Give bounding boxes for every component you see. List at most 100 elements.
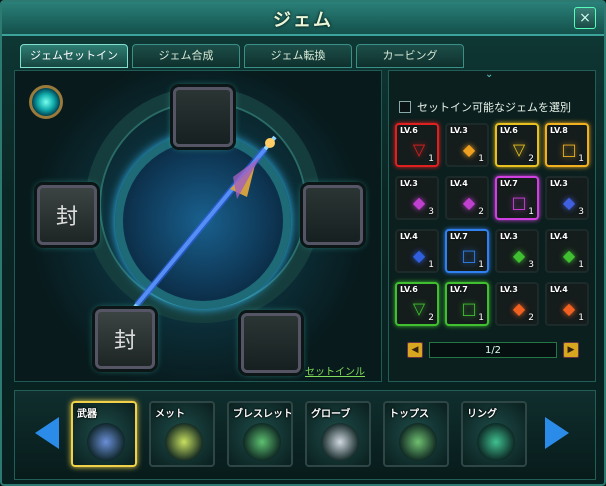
glove-icon xyxy=(321,423,359,461)
equip-slot-ring[interactable]: リング xyxy=(461,401,527,467)
gem-slot[interactable]: LV.4 ◆ 1 xyxy=(545,282,589,326)
ring-icon xyxy=(477,423,515,461)
gem-level: LV.3 xyxy=(500,285,518,294)
gem-icon: ◆ xyxy=(462,139,476,159)
gem-level: LV.3 xyxy=(450,126,468,135)
equipment-bar: 武器 メット ブレスレット グローブ トップス リング xyxy=(14,390,596,480)
tab-carving[interactable]: カービング xyxy=(356,44,464,68)
chevron-down-icon: ⌄ xyxy=(485,69,494,80)
gem-slot[interactable]: LV.7 □ 1 xyxy=(445,282,489,326)
gem-window: ジェム × ジェムセットイン ジェム合成 ジェム転換 カービング 封 封 セット… xyxy=(0,0,606,486)
gem-slot[interactable]: LV.6 ▽ 2 xyxy=(495,123,539,167)
gem-slot[interactable]: LV.4 ◆ 2 xyxy=(445,176,489,220)
gem-icon: ◆ xyxy=(562,298,576,318)
gem-level: LV.6 xyxy=(400,126,418,135)
tab-gem-convert[interactable]: ジェム転換 xyxy=(244,44,352,68)
gem-count: 1 xyxy=(428,260,434,270)
tab-gem-setin[interactable]: ジェムセットイン xyxy=(20,44,128,68)
gem-count: 2 xyxy=(478,207,484,217)
bracelet-icon xyxy=(243,423,281,461)
gem-socket-sealed-left[interactable]: 封 xyxy=(37,185,97,245)
filter-row[interactable]: セットイン可能なジェムを選別 xyxy=(399,99,571,115)
gem-slot[interactable]: LV.3 ◆ 2 xyxy=(495,282,539,326)
gem-slot[interactable]: LV.3 ◆ 1 xyxy=(445,123,489,167)
filter-checkbox[interactable] xyxy=(399,101,411,113)
gem-socket-bottom-right[interactable] xyxy=(241,313,301,373)
gem-count: 3 xyxy=(428,207,434,217)
gem-level: LV.4 xyxy=(400,232,418,241)
gem-slot[interactable]: LV.4 ◆ 1 xyxy=(545,229,589,273)
gem-icon: □ xyxy=(561,139,577,159)
gem-slot[interactable]: LV.3 ◆ 3 xyxy=(495,229,539,273)
gem-socket-top[interactable] xyxy=(173,87,233,147)
gem-slot[interactable]: LV.7 □ 1 xyxy=(445,229,489,273)
gem-slot[interactable]: LV.8 □ 1 xyxy=(545,123,589,167)
equip-label: グローブ xyxy=(311,409,351,420)
tab-gem-synthesis[interactable]: ジェム合成 xyxy=(132,44,240,68)
gem-count: 2 xyxy=(428,313,434,323)
gem-icon: ◆ xyxy=(412,245,426,265)
equip-slot-glove[interactable]: グローブ xyxy=(305,401,371,467)
gem-inventory-panel: ⌄ セットイン可能なジェムを選別 LV.6 ▽ 1 LV.3 ◆ 1 LV.6 ▽ 2 LV.8 □… xyxy=(388,69,596,382)
filter-label: セットイン可能なジェムを選別 xyxy=(417,101,571,114)
title-bar: ジェム × xyxy=(2,2,604,36)
gem-icon: ◆ xyxy=(462,192,476,212)
gem-slot[interactable]: LV.4 ◆ 1 xyxy=(395,229,439,273)
window-title: ジェム xyxy=(273,10,333,31)
scroll-right-arrow-icon[interactable] xyxy=(545,417,569,449)
equip-label: トップス xyxy=(389,409,429,420)
gem-emblem-icon xyxy=(29,85,63,119)
weapon-icon xyxy=(87,423,125,461)
prev-page-button[interactable]: ◀ xyxy=(407,342,423,358)
gem-level: LV.4 xyxy=(550,232,568,241)
gem-count: 1 xyxy=(578,313,584,323)
set-in-link[interactable]: セットインル xyxy=(305,363,365,378)
gem-count: 1 xyxy=(528,207,534,217)
next-page-button[interactable]: ▶ xyxy=(563,342,579,358)
gem-icon: □ xyxy=(461,298,477,318)
gem-level: LV.6 xyxy=(500,126,518,135)
gem-slot[interactable]: LV.7 □ 1 xyxy=(495,176,539,220)
gem-count: 1 xyxy=(578,154,584,164)
helmet-icon xyxy=(165,423,203,461)
scroll-left-arrow-icon[interactable] xyxy=(35,417,59,449)
sword-icon xyxy=(133,135,277,309)
gem-count: 1 xyxy=(428,154,434,164)
equip-label: 武器 xyxy=(77,409,97,420)
equip-slot-tops[interactable]: トップス xyxy=(383,401,449,467)
gem-icon: ◆ xyxy=(512,298,526,318)
gem-slot[interactable]: LV.6 ▽ 1 xyxy=(395,123,439,167)
gem-icon: □ xyxy=(511,192,527,212)
equip-label: ブレスレット xyxy=(233,409,293,420)
pager: ◀ 1/2 ▶ xyxy=(407,342,579,360)
equip-slot-bracelet[interactable]: ブレスレット xyxy=(227,401,293,467)
gem-socket-sealed-bottom[interactable]: 封 xyxy=(95,309,155,369)
gem-level: LV.7 xyxy=(450,285,468,294)
gem-socket-right[interactable] xyxy=(303,185,363,245)
gem-level: LV.4 xyxy=(550,285,568,294)
gem-slot[interactable]: LV.3 ◆ 3 xyxy=(395,176,439,220)
equip-slot-helmet[interactable]: メット xyxy=(149,401,215,467)
gem-level: LV.4 xyxy=(450,179,468,188)
gem-level: LV.3 xyxy=(550,179,568,188)
gem-count: 3 xyxy=(578,207,584,217)
gem-level: LV.7 xyxy=(450,232,468,241)
gem-level: LV.3 xyxy=(500,232,518,241)
gem-count: 2 xyxy=(528,313,534,323)
gem-icon: □ xyxy=(461,245,477,265)
gem-icon: ◆ xyxy=(562,245,576,265)
gem-icon: ▽ xyxy=(412,298,426,318)
equip-slot-weapon[interactable]: 武器 xyxy=(71,401,137,467)
gem-slot[interactable]: LV.3 ◆ 3 xyxy=(545,176,589,220)
close-button[interactable]: × xyxy=(574,7,596,29)
page-indicator: 1/2 xyxy=(429,342,557,358)
equip-label: メット xyxy=(155,409,185,420)
gem-count: 1 xyxy=(578,260,584,270)
gem-icon: ▽ xyxy=(512,139,526,159)
gem-count: 3 xyxy=(528,260,534,270)
tops-icon xyxy=(399,423,437,461)
gem-slot[interactable]: LV.6 ▽ 2 xyxy=(395,282,439,326)
gem-count: 1 xyxy=(478,154,484,164)
gem-count: 1 xyxy=(478,313,484,323)
gem-level: LV.3 xyxy=(400,179,418,188)
